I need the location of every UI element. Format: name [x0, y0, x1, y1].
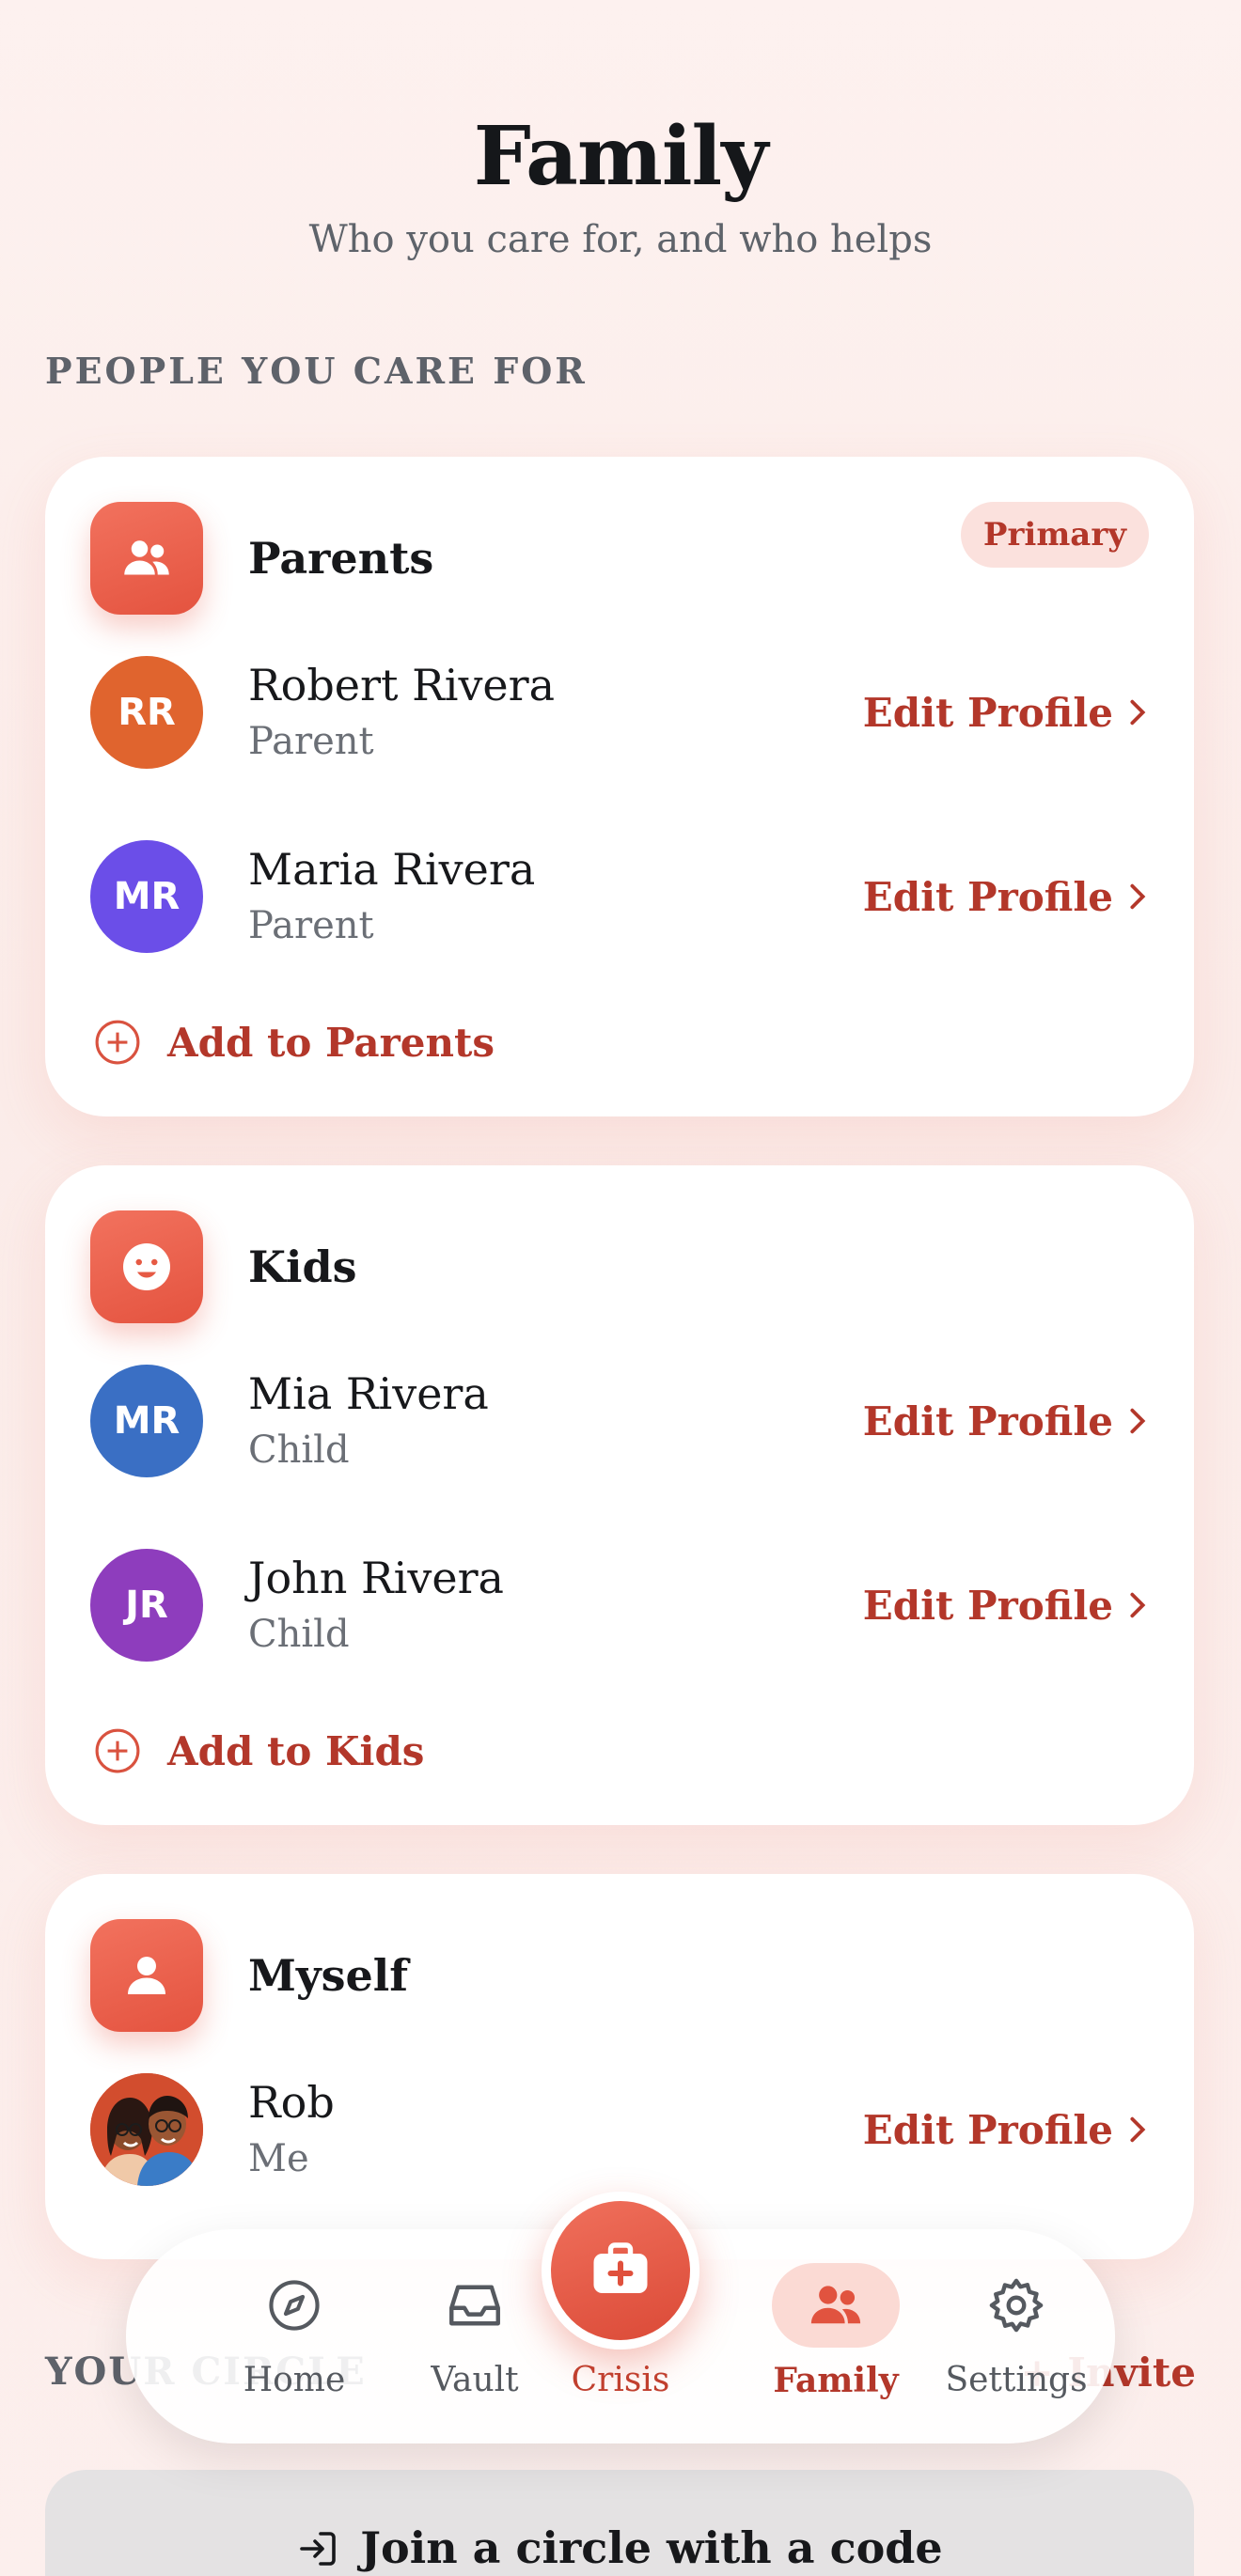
- group-card-kids: Kids MR Mia Rivera Child Edit Profile JR…: [45, 1165, 1194, 1825]
- chevron-right-icon: [1130, 1592, 1146, 1618]
- avatar: JR: [90, 1549, 203, 1662]
- member-name: Rob: [248, 2077, 335, 2128]
- member-row[interactable]: Rob Me Edit Profile: [90, 2071, 1149, 2188]
- smile-icon: [90, 1210, 203, 1323]
- chevron-right-icon: [1130, 883, 1146, 910]
- people-icon: [810, 2286, 861, 2324]
- edit-profile-button[interactable]: Edit Profile: [863, 874, 1149, 920]
- add-to-kids-button[interactable]: Add to Kids: [94, 1727, 424, 1774]
- edit-profile-label: Edit Profile: [862, 2106, 1113, 2153]
- crisis-button[interactable]: [542, 2192, 699, 2350]
- group-title: Myself: [248, 1950, 409, 2001]
- compass-icon: [269, 2280, 320, 2331]
- add-label: Add to Parents: [167, 1019, 495, 1066]
- member-row[interactable]: MR Mia Rivera Child Edit Profile: [90, 1363, 1149, 1479]
- member-name: Mia Rivera: [248, 1368, 489, 1419]
- plus-circle-icon: [95, 1020, 140, 1065]
- edit-profile-button[interactable]: Edit Profile: [863, 1583, 1149, 1629]
- member-role: Parent: [248, 904, 374, 947]
- edit-profile-button[interactable]: Edit Profile: [863, 690, 1149, 736]
- sign-in-icon: [300, 2532, 337, 2566]
- member-role: Parent: [248, 720, 374, 763]
- group-header: Myself: [90, 1919, 408, 2032]
- member-row[interactable]: MR Maria Rivera Parent Edit Profile: [90, 838, 1149, 955]
- tab-family[interactable]: Family: [746, 2229, 925, 2443]
- add-to-parents-button[interactable]: Add to Parents: [94, 1019, 495, 1066]
- tab-label: Home: [243, 2361, 346, 2399]
- group-header: Parents: [90, 502, 433, 615]
- inbox-icon: [449, 2285, 500, 2326]
- edit-profile-label: Edit Profile: [862, 1397, 1113, 1444]
- edit-profile-label: Edit Profile: [862, 873, 1113, 920]
- avatar: RR: [90, 656, 203, 769]
- tab-settings[interactable]: Settings: [927, 2229, 1106, 2443]
- group-card-parents: Parents Primary RR Robert Rivera Parent …: [45, 457, 1194, 1116]
- member-role: Child: [248, 1429, 350, 1472]
- photo-avatar: [90, 2073, 203, 2186]
- join-circle-label: Join a circle with a code: [360, 2522, 943, 2573]
- page-header: Family Who you care for, and who helps: [0, 0, 1241, 261]
- page-title: Family: [473, 109, 768, 204]
- member-name: Maria Rivera: [248, 844, 536, 895]
- edit-profile-label: Edit Profile: [862, 689, 1113, 736]
- edit-profile-button[interactable]: Edit Profile: [863, 2107, 1149, 2153]
- add-label: Add to Kids: [167, 1727, 425, 1774]
- tab-vault[interactable]: Vault: [385, 2229, 564, 2443]
- edit-profile-button[interactable]: Edit Profile: [863, 1398, 1149, 1444]
- section-label-care-for: PEOPLE YOU CARE FOR: [45, 350, 588, 392]
- member-name: John Rivera: [248, 1553, 504, 1603]
- tab-label: Settings: [945, 2361, 1088, 2399]
- join-circle-button[interactable]: Join a circle with a code: [45, 2470, 1194, 2576]
- group-header: Kids: [90, 1210, 357, 1323]
- member-role: Me: [248, 2137, 309, 2180]
- chevron-right-icon: [1130, 699, 1146, 726]
- avatar: MR: [90, 1365, 203, 1477]
- member-role: Child: [248, 1613, 350, 1656]
- gear-icon: [989, 2278, 1044, 2333]
- person-icon: [90, 1919, 203, 2032]
- page-subtitle: Who you care for, and who helps: [308, 218, 933, 261]
- member-name: Robert Rivera: [248, 660, 556, 710]
- tab-crisis-label[interactable]: Crisis: [526, 2361, 715, 2399]
- member-row[interactable]: RR Robert Rivera Parent Edit Profile: [90, 654, 1149, 771]
- primary-badge: Primary: [960, 502, 1149, 568]
- avatar: MR: [90, 840, 203, 953]
- plus-circle-icon: [95, 1728, 140, 1773]
- people-icon: [90, 502, 203, 615]
- tab-home[interactable]: Home: [205, 2229, 384, 2443]
- first-aid-icon: [593, 2242, 648, 2293]
- chevron-right-icon: [1130, 2116, 1146, 2143]
- group-title: Kids: [248, 1241, 357, 1292]
- chevron-right-icon: [1130, 1408, 1146, 1434]
- edit-profile-label: Edit Profile: [862, 1582, 1113, 1629]
- group-title: Parents: [248, 533, 434, 584]
- tab-label: Family: [773, 2361, 899, 2400]
- member-row[interactable]: JR John Rivera Child Edit Profile: [90, 1547, 1149, 1663]
